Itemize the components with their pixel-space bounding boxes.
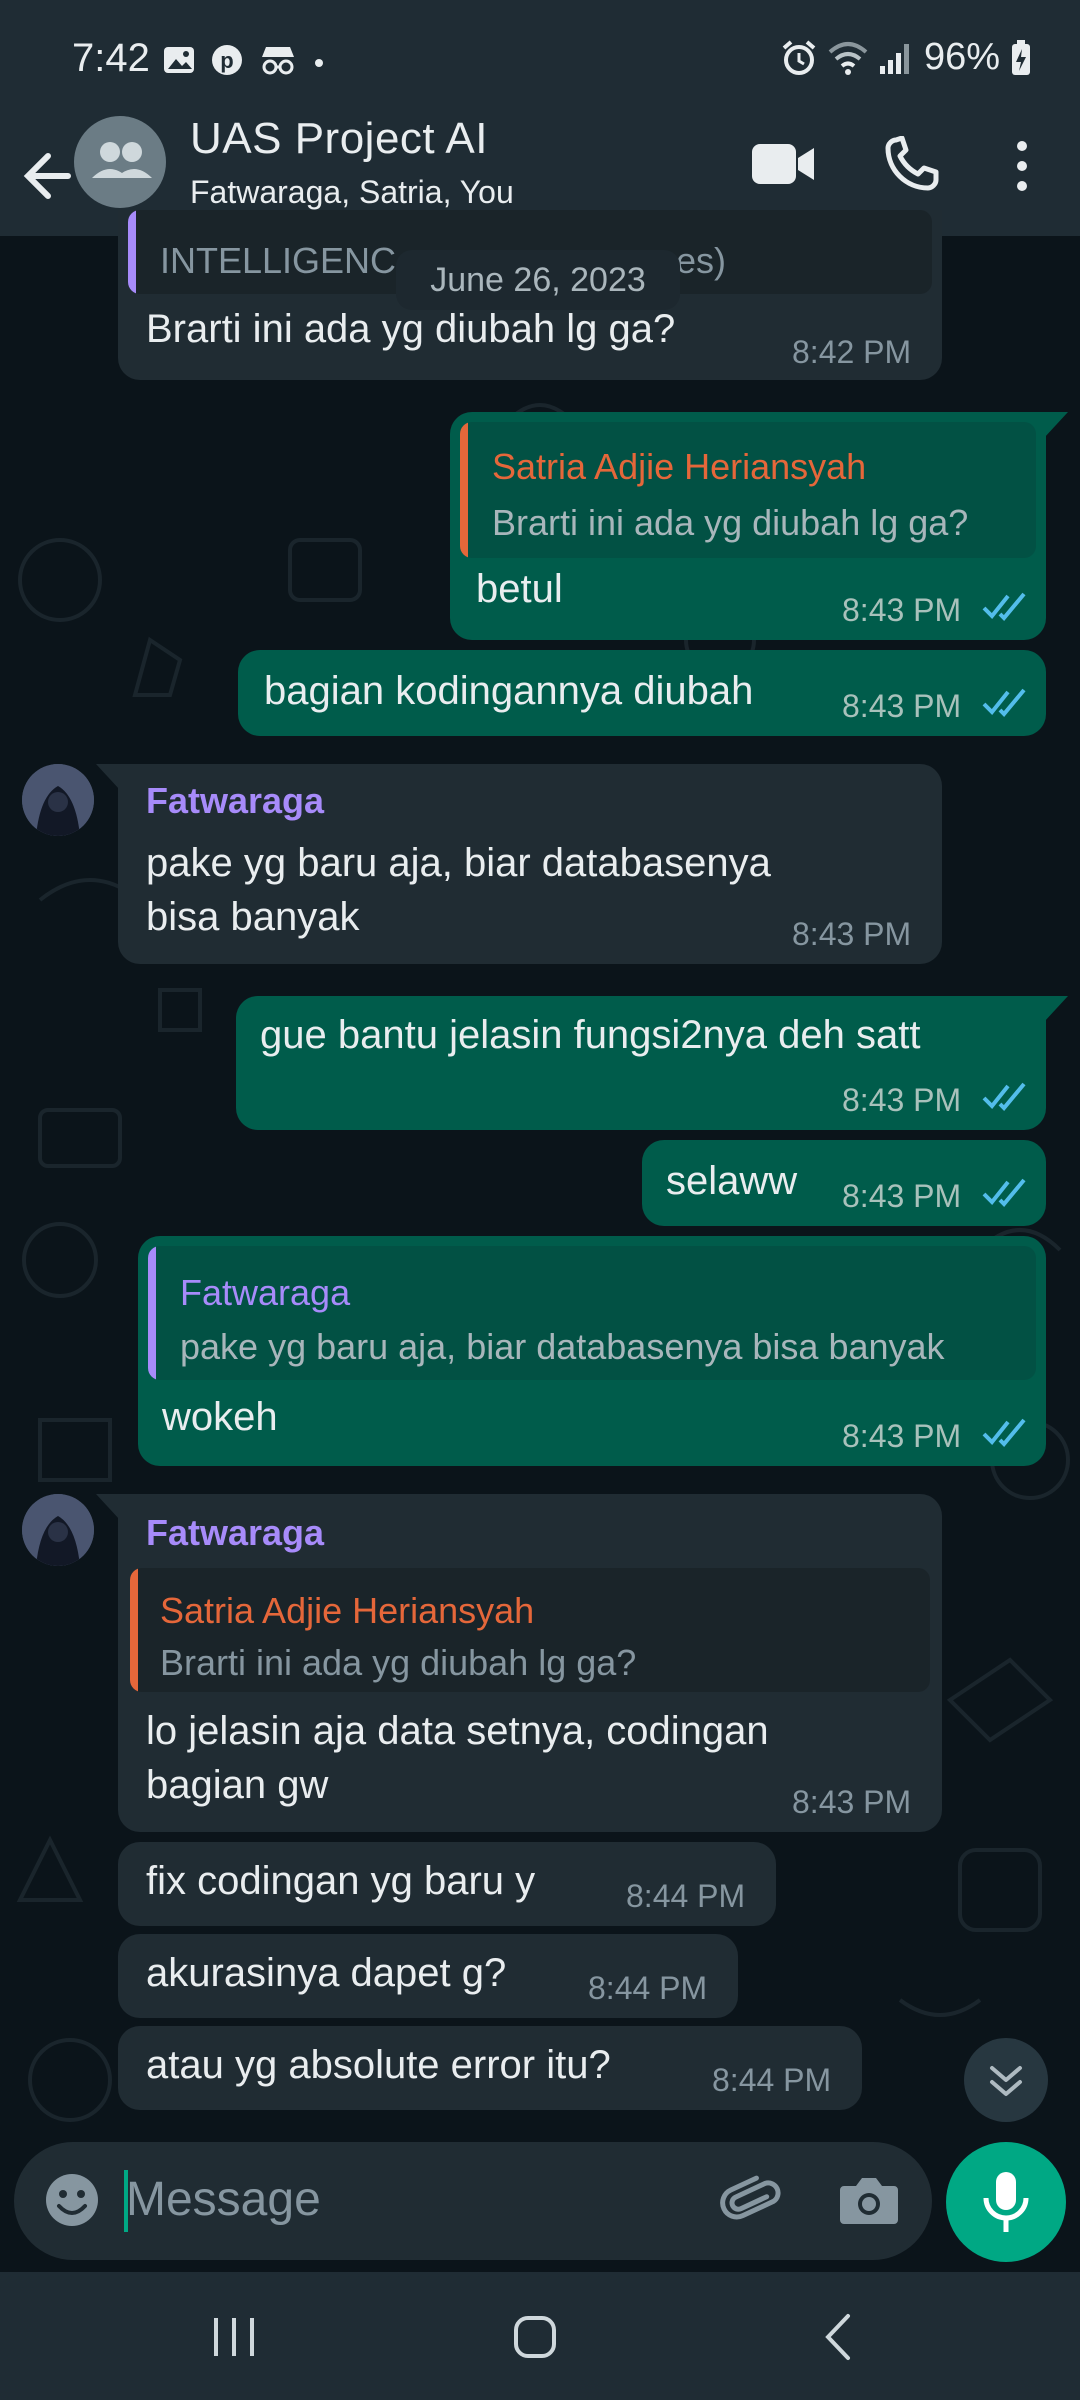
message-incoming[interactable]: fix codingan yg baru y 8:44 PM (118, 1842, 776, 1926)
hooded-figure-avatar-icon (22, 764, 94, 836)
home-icon[interactable] (510, 2312, 560, 2362)
back-arrow-icon[interactable] (18, 140, 78, 212)
voice-message-button[interactable] (946, 2142, 1066, 2262)
back-nav-icon[interactable] (818, 2312, 858, 2362)
attach-icon[interactable] (720, 2170, 784, 2234)
dot-icon (315, 59, 323, 67)
more-vert-icon[interactable] (1010, 138, 1034, 194)
scroll-to-bottom-button[interactable] (964, 2038, 1048, 2122)
message-text: bagian kodingannya diubah (264, 669, 754, 713)
message-input[interactable]: Message (126, 2172, 321, 2227)
message-text: gue bantu jelasin fungsi2nya deh satt (260, 1013, 921, 1057)
message-incoming[interactable]: Fatwaraga Satria Adjie Heriansyah Brarti… (96, 1494, 942, 1832)
message-text: wokeh (162, 1395, 278, 1439)
quoted-text: Brarti ini ada yg diubah lg ga? (160, 1642, 637, 1683)
pinterest-icon: p (212, 45, 242, 75)
quoted-message[interactable]: Satria Adjie Heriansyah Brarti ini ada y… (130, 1568, 930, 1692)
signal-icon (879, 43, 909, 74)
svg-text:p: p (220, 48, 233, 73)
message-text: atau yg absolute error itu? (146, 2043, 611, 2087)
message-text: betul (476, 567, 563, 611)
sender-name[interactable]: Fatwaraga (146, 1512, 324, 1554)
quoted-message[interactable]: Fatwaraga pake yg baru aja, biar databas… (148, 1246, 1036, 1380)
status-notification-icons: p (162, 38, 326, 82)
video-call-icon[interactable] (752, 140, 816, 188)
message-time: 8:43 PM (792, 1784, 912, 1820)
double-check-icon (982, 1418, 1026, 1447)
gallery-icon (164, 47, 194, 73)
system-navigation-bar (0, 2272, 1080, 2400)
message-time: 8:44 PM (712, 2062, 832, 2098)
battery-percent: 96% (923, 36, 1000, 78)
message-outgoing[interactable]: Fatwaraga pake yg baru aja, biar databas… (138, 1236, 1046, 1466)
phone-icon[interactable] (884, 136, 940, 192)
group-title[interactable]: UAS Project AI (190, 114, 488, 164)
quoted-text: Brarti ini ada yg diubah lg ga? (492, 502, 969, 543)
message-incoming[interactable]: atau yg absolute error itu? 8:44 PM (118, 2026, 862, 2110)
chevrons-down-icon (990, 2066, 1022, 2096)
quoted-sender: Satria Adjie Heriansyah (492, 446, 867, 487)
sender-avatar[interactable] (22, 1494, 94, 1566)
message-text: fix codingan yg baru y (146, 1859, 536, 1903)
message-text: pake yg baru aja, biar databasenya (146, 841, 771, 885)
mic-icon (983, 2172, 1029, 2232)
recent-apps-icon[interactable] (206, 2314, 262, 2360)
message-time: 8:43 PM (842, 688, 962, 724)
message-time: 8:43 PM (842, 1178, 962, 1214)
message-text: selaww (666, 1159, 798, 1203)
quoted-text-tail: es) (676, 240, 727, 281)
quoted-text: INTELLIGENC (160, 240, 397, 281)
message-text: lo jelasin aja data setnya, codingan (146, 1709, 769, 1753)
group-avatar-icon (92, 142, 152, 178)
message-time: 8:43 PM (842, 592, 962, 628)
camera-icon[interactable] (838, 2172, 900, 2228)
double-check-icon (982, 688, 1026, 717)
message-time: 8:43 PM (842, 1082, 962, 1118)
message-time: 8:43 PM (842, 1418, 962, 1454)
message-time: 8:43 PM (792, 916, 912, 952)
status-time: 7:42 (72, 36, 150, 80)
date-chip: June 26, 2023 (396, 250, 680, 310)
message-outgoing[interactable]: Satria Adjie Heriansyah Brarti ini ada y… (450, 412, 1068, 640)
wifi-icon (828, 41, 868, 75)
message-outgoing[interactable]: bagian kodingannya diubah 8:43 PM (238, 650, 1046, 736)
message-time: 8:44 PM (588, 1970, 708, 2006)
emoji-icon[interactable] (42, 2170, 102, 2230)
battery-charging-icon (1012, 39, 1030, 75)
double-check-icon (982, 1082, 1026, 1111)
hooded-figure-avatar-icon (22, 1494, 94, 1566)
quoted-message[interactable]: Satria Adjie Heriansyah Brarti ini ada y… (460, 422, 1036, 558)
message-text: akurasinya dapet g? (146, 1951, 507, 1995)
alarm-icon (782, 39, 816, 75)
quoted-text: pake yg baru aja, biar databasenya bisa … (180, 1326, 945, 1367)
group-members[interactable]: Fatwaraga, Satria, You (190, 174, 514, 211)
status-system-icons: 96% (780, 36, 1032, 79)
message-text: bagian gw (146, 1763, 329, 1807)
status-bar: 7:42 p 96% (0, 0, 1080, 118)
message-time: 8:44 PM (626, 1878, 746, 1914)
group-avatar[interactable] (74, 116, 166, 208)
message-outgoing[interactable]: selaww 8:43 PM (642, 1140, 1046, 1226)
incognito-icon (262, 47, 294, 75)
double-check-icon (982, 1178, 1026, 1207)
sender-name[interactable]: Fatwaraga (146, 780, 324, 822)
message-text: bisa banyak (146, 895, 360, 939)
message-composer: Message (14, 2142, 932, 2260)
message-time: 8:42 PM (792, 334, 912, 370)
message-incoming[interactable]: akurasinya dapet g? 8:44 PM (118, 1934, 738, 2018)
message-incoming[interactable]: Fatwaraga pake yg baru aja, biar databas… (96, 764, 942, 964)
sender-avatar[interactable] (22, 764, 94, 836)
double-check-icon (982, 592, 1026, 621)
quoted-sender: Satria Adjie Heriansyah (160, 1590, 535, 1631)
message-text: Brarti ini ada yg diubah lg ga? (146, 307, 676, 351)
quoted-sender: Fatwaraga (180, 1272, 351, 1313)
message-outgoing[interactable]: gue bantu jelasin fungsi2nya deh satt 8:… (236, 996, 1068, 1130)
